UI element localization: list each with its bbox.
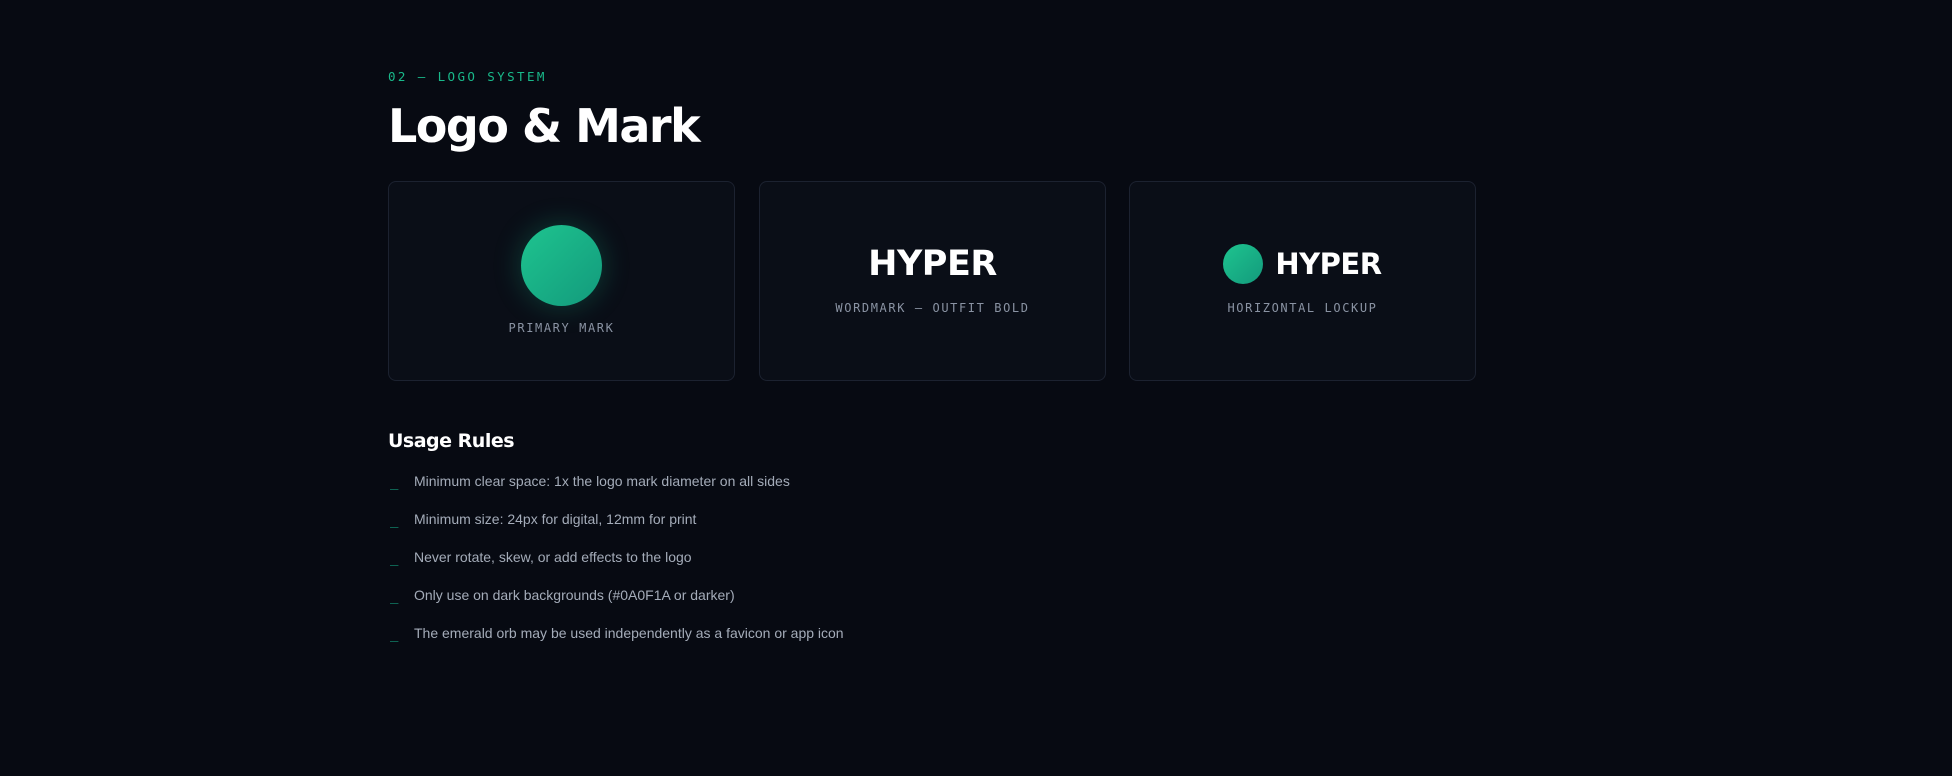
rule-text: Only use on dark backgrounds (#0A0F1A or… <box>414 587 735 603</box>
card-caption: PRIMARY MARK <box>508 321 615 335</box>
card-caption: HORIZONTAL LOCKUP <box>1227 301 1378 315</box>
bullet-dash: _ <box>390 474 399 490</box>
bullet-dash: _ <box>390 512 399 528</box>
bullet-dash: _ <box>390 550 399 566</box>
emerald-orb-icon <box>1223 244 1264 284</box>
rule-text: Minimum size: 24px for digital, 12mm for… <box>414 511 697 527</box>
section-title: Logo & Mark <box>388 99 701 153</box>
bullet-dash: _ <box>390 588 399 604</box>
section-eyebrow: 02 — LOGO SYSTEM <box>388 69 547 84</box>
emerald-orb-icon <box>521 225 602 306</box>
horizontal-lockup-card: HYPER HORIZONTAL LOCKUP <box>1129 181 1476 381</box>
primary-mark-card: PRIMARY MARK <box>388 181 735 381</box>
card-caption: WORDMARK — OUTFIT BOLD <box>835 301 1030 315</box>
logo-cards: PRIMARY MARK HYPER WORDMARK — OUTFIT BOL… <box>388 181 1476 381</box>
rule-text: Minimum clear space: 1x the logo mark di… <box>414 473 790 489</box>
wordmark-card: HYPER WORDMARK — OUTFIT BOLD <box>759 181 1106 381</box>
rule-text: Never rotate, skew, or add effects to th… <box>414 549 692 565</box>
horizontal-lockup-logo: HYPER <box>1130 244 1475 284</box>
rule-text: The emerald orb may be used independentl… <box>414 625 844 641</box>
bullet-dash: _ <box>390 626 399 642</box>
lockup-wordmark: HYPER <box>1275 247 1382 281</box>
usage-rules-title: Usage Rules <box>388 430 515 452</box>
wordmark-logo: HYPER <box>868 244 997 284</box>
